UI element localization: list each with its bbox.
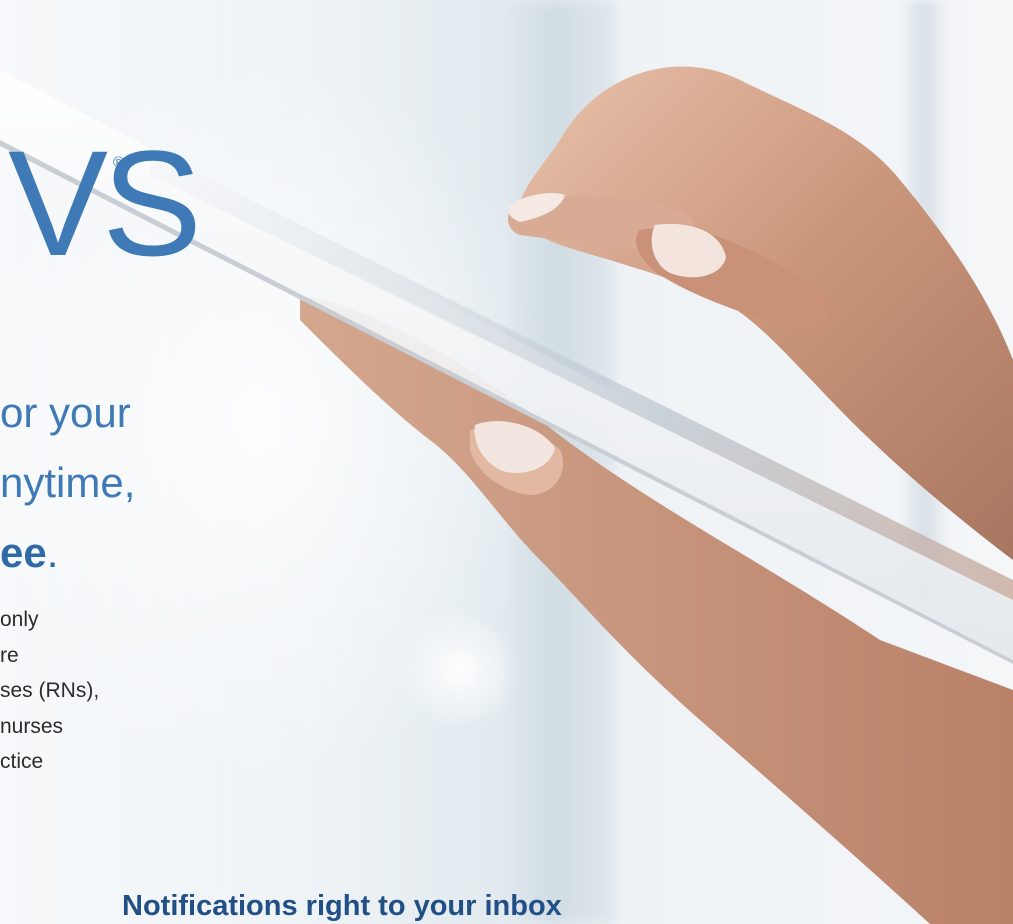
body-line-4: nurses <box>0 714 64 738</box>
registered-trademark-symbol: ® <box>113 154 125 171</box>
headline-line-2: nytime, <box>0 459 136 506</box>
headline-line-3: ee. <box>0 518 58 588</box>
body-line-3: ses (RNs), <box>0 679 100 702</box>
notifications-heading: Notifications right to your inbox <box>122 890 562 922</box>
headline-emphasis: ee <box>0 529 47 576</box>
headline-period: . <box>46 529 59 576</box>
body-line-1: only <box>0 608 39 631</box>
headline-line-1: or your <box>0 389 131 436</box>
brand-wordmark: VS <box>8 119 202 287</box>
body-line-5: ctice <box>0 750 44 773</box>
body-line-2: re <box>0 643 19 667</box>
body-paragraph: only re ses (RNs), nurses ctice <box>0 602 99 780</box>
